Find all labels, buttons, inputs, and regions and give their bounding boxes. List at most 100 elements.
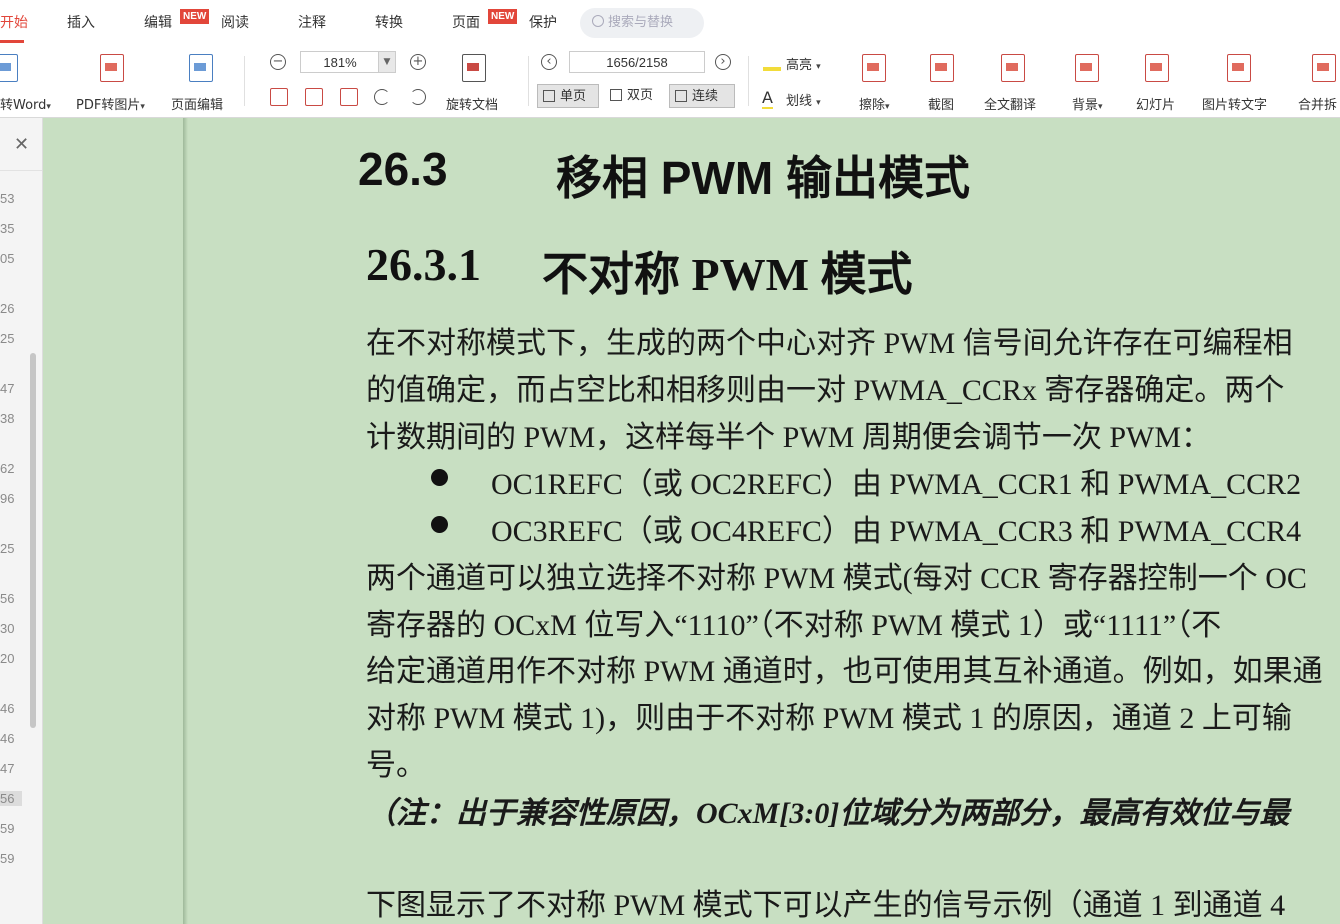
- thumbnail-page-number[interactable]: 56: [0, 791, 22, 806]
- section-number: 26.3: [358, 143, 448, 195]
- fit-width-icon[interactable]: [340, 88, 358, 106]
- thumbnail-page-number[interactable]: 59: [0, 851, 14, 866]
- thumbnail-page-number[interactable]: 25: [0, 541, 14, 556]
- underline-icon: A: [762, 88, 773, 109]
- new-badge: NEW: [180, 9, 210, 24]
- background-icon: [1075, 54, 1099, 82]
- rotate-left-icon[interactable]: [374, 89, 390, 105]
- actual-size-icon[interactable]: [270, 88, 288, 106]
- active-tab-indicator: [0, 40, 24, 43]
- thumbnail-page-number[interactable]: 46: [0, 701, 14, 716]
- underline-button[interactable]: 划线 ▾: [786, 90, 821, 109]
- merge-icon: [1312, 54, 1336, 82]
- paragraph-line: 在不对称模式下，生成的两个中心对齐 PWM 信号间允许存在可编程相: [366, 327, 1293, 360]
- close-icon[interactable]: ✕: [14, 134, 29, 155]
- eraser-icon: [862, 54, 886, 82]
- double-page-icon: [610, 89, 622, 101]
- translate-icon: [1001, 54, 1025, 82]
- section-heading: 26.3 移相 PWM 输出模式: [358, 142, 970, 204]
- tab-start[interactable]: 开始: [0, 12, 28, 32]
- divider: [244, 56, 245, 106]
- paragraph-line: 计数期间的 PWM，这样每半个 PWM 周期便会调节一次 PWM：: [366, 421, 1212, 454]
- zoom-out-icon[interactable]: −: [270, 54, 286, 70]
- zoom-dropdown[interactable]: ▼: [378, 51, 396, 73]
- thumbnail-page-number[interactable]: 59: [0, 821, 14, 836]
- thumbnail-page-number[interactable]: 25: [0, 331, 14, 346]
- single-page-button[interactable]: 单页: [537, 84, 599, 108]
- double-page-button[interactable]: 双页: [605, 84, 667, 108]
- paragraph-line: 寄存器的 OCxM 位写入“1110”（不对称 PWM 模式 1）或“1111”…: [366, 609, 1222, 642]
- thumbnail-page-number[interactable]: 30: [0, 621, 14, 636]
- tab-read[interactable]: 阅读: [221, 12, 249, 32]
- fit-page-icon[interactable]: [305, 88, 323, 106]
- thumbnail-page-number[interactable]: 46: [0, 731, 14, 746]
- full-translate-button[interactable]: 全文翻译: [984, 94, 1036, 113]
- screenshot-icon: [930, 54, 954, 82]
- ocr-icon: [1227, 54, 1251, 82]
- scrollbar[interactable]: [30, 353, 36, 728]
- tab-page[interactable]: 页面: [452, 12, 480, 32]
- screenshot-button[interactable]: 截图: [928, 94, 954, 113]
- paragraph-line: 号。: [366, 749, 426, 782]
- page-edit-icon: [189, 54, 213, 82]
- new-badge: NEW: [488, 9, 518, 24]
- thumbnail-page-number[interactable]: 96: [0, 491, 14, 506]
- thumbnail-page-number[interactable]: 05: [0, 251, 14, 266]
- tab-edit[interactable]: 编辑: [144, 12, 172, 32]
- merge-split-button[interactable]: 合并拆: [1298, 94, 1337, 113]
- bullet-item: OC3REFC（或 OC4REFC）由 PWMA_CCR3 和 PWMA_CCR…: [491, 515, 1302, 548]
- single-page-icon: [543, 90, 555, 102]
- paragraph-line: 两个通道可以独立选择不对称 PWM 模式(每对 CCR 寄存器控制一个 OC: [366, 562, 1307, 595]
- page-number-input[interactable]: 1656/2158: [569, 51, 705, 73]
- image-to-text-button[interactable]: 图片转文字: [1202, 94, 1267, 113]
- thumbnail-panel: ✕ 53 35 05 26 25 47 38 62 96 25 56 30 20 46 46 47 56 59 59: [0, 118, 43, 924]
- prev-page-icon[interactable]: ‹: [541, 54, 557, 70]
- bullet-item: OC1REFC（或 OC2REFC）由 PWMA_CCR1 和 PWMA_CCR…: [491, 468, 1302, 501]
- page-edge: [183, 118, 188, 924]
- paragraph-line: 的值确定，而占空比和相移则由一对 PWMA_CCRx 寄存器确定。两个: [366, 374, 1285, 407]
- thumbnail-page-number[interactable]: 47: [0, 761, 14, 776]
- tab-protect[interactable]: 保护: [529, 12, 557, 32]
- word-icon: [0, 54, 18, 82]
- tab-insert[interactable]: 插入: [67, 12, 95, 32]
- paragraph-line: 给定通道用作不对称 PWM 通道时，也可使用其互补通道。例如，如果通: [366, 655, 1323, 688]
- pdf-to-image-button[interactable]: PDF转图片▾: [76, 94, 145, 113]
- highlight-button[interactable]: 高亮 ▾: [786, 54, 821, 73]
- thumbnail-page-number[interactable]: 26: [0, 301, 14, 316]
- highlight-icon: [763, 55, 781, 71]
- search-input[interactable]: 搜索与替换: [580, 8, 704, 38]
- tab-convert[interactable]: 转换: [375, 12, 403, 32]
- page-edit-button[interactable]: 页面编辑: [171, 94, 223, 113]
- note-text: （注：出于兼容性原因，OCxM[3:0]位域分为两部分，最高有效位与最: [366, 797, 1290, 830]
- continuous-button[interactable]: 连续: [669, 84, 735, 108]
- thumbnail-page-number[interactable]: 62: [0, 461, 14, 476]
- thumbnail-page-number[interactable]: 56: [0, 591, 14, 606]
- slideshow-button[interactable]: 幻灯片: [1136, 94, 1175, 113]
- rotate-doc-icon: [462, 54, 486, 82]
- bullet-icon: [431, 469, 448, 486]
- background-button[interactable]: 背景▾: [1072, 94, 1103, 113]
- rotate-right-icon[interactable]: [410, 89, 426, 105]
- divider: [528, 56, 529, 106]
- to-word-button[interactable]: 转Word▾: [0, 94, 51, 113]
- thumbnail-page-number[interactable]: 53: [0, 191, 14, 206]
- zoom-in-icon[interactable]: +: [410, 54, 426, 70]
- thumbnail-page-number[interactable]: 38: [0, 411, 14, 426]
- subsection-heading: 26.3.1 不对称 PWM 模式: [366, 238, 913, 300]
- divider: [748, 56, 749, 106]
- section-title: 移相 PWM 输出模式: [556, 152, 970, 204]
- thumbnail-page-number[interactable]: 20: [0, 651, 14, 666]
- paragraph-line: 对称 PWM 模式 1)，则由于不对称 PWM 模式 1 的原因，通道 2 上可…: [366, 702, 1292, 735]
- menu-bar: 开始 插入 编辑 NEW 阅读 注释 转换 页面 NEW 保护 搜索与替换: [0, 0, 1340, 45]
- search-placeholder: 搜索与替换: [608, 15, 674, 30]
- zoom-level[interactable]: 181%: [300, 51, 380, 73]
- erase-button[interactable]: 擦除▾: [859, 94, 890, 113]
- bullet-icon: [431, 516, 448, 533]
- tab-annotate[interactable]: 注释: [298, 12, 326, 32]
- rotate-doc-button[interactable]: 旋转文档: [446, 94, 498, 113]
- next-page-icon[interactable]: ›: [715, 54, 731, 70]
- subsection-number: 26.3.1: [366, 239, 481, 290]
- thumbnail-page-number[interactable]: 35: [0, 221, 14, 236]
- thumbnail-page-number[interactable]: 47: [0, 381, 14, 396]
- pdf-image-icon: [100, 54, 124, 82]
